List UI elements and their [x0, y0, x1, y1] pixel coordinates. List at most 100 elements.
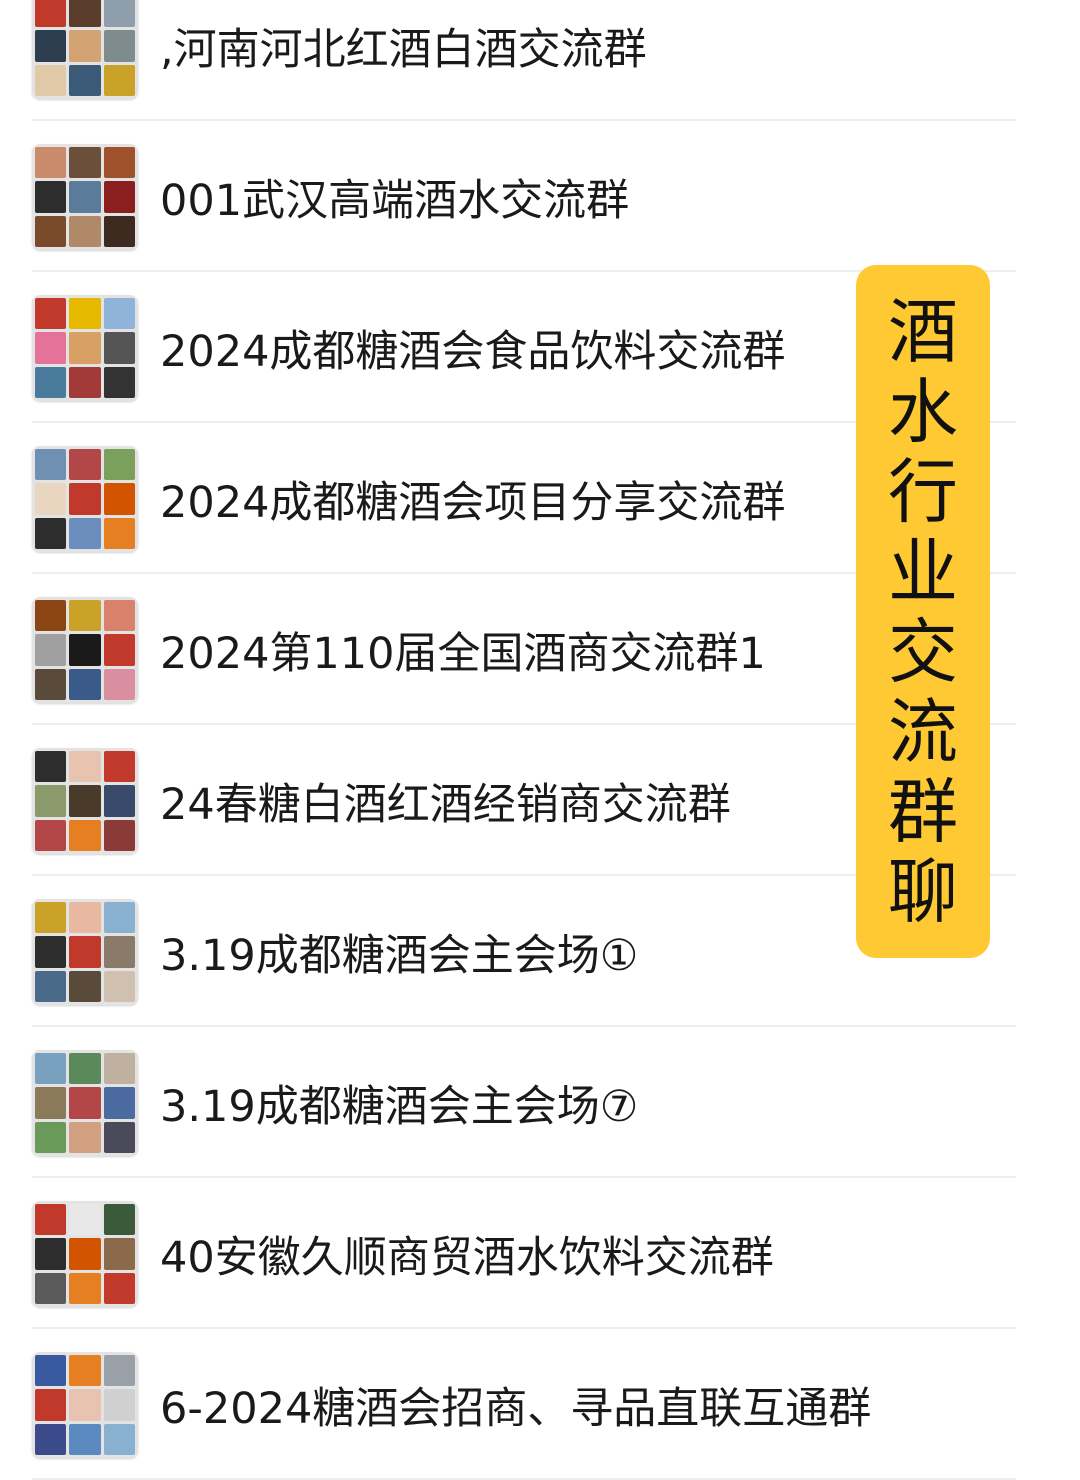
member-avatar-tile — [103, 483, 135, 515]
member-avatar-tile — [103, 600, 135, 632]
member-avatar-tile — [35, 1238, 67, 1270]
banner-character: 交 — [888, 610, 958, 693]
member-avatar-tile — [103, 517, 135, 549]
group-chat-row[interactable]: 001武汉高端酒水交流群 — [0, 121, 1080, 272]
member-avatar-tile — [69, 902, 101, 934]
member-avatar-tile — [69, 1238, 101, 1270]
group-name: 40安徽久顺商贸酒水饮料交流群 — [160, 1232, 774, 1283]
member-avatar-tile — [103, 298, 135, 330]
member-avatar-tile — [35, 1204, 67, 1236]
group-avatar — [32, 144, 138, 250]
group-name: 2024成都糖酒会项目分享交流群 — [160, 477, 786, 528]
member-avatar-tile — [35, 1355, 67, 1387]
banner-character: 群 — [888, 770, 958, 853]
member-avatar-tile — [103, 181, 135, 213]
member-avatar-tile — [35, 517, 67, 549]
group-avatar — [32, 1201, 138, 1307]
member-avatar-tile — [35, 668, 67, 700]
banner-character: 聊 — [888, 850, 958, 933]
member-avatar-tile — [35, 449, 67, 481]
member-avatar-tile — [35, 332, 67, 364]
group-name: 3.19成都糖酒会主会场① — [160, 930, 639, 981]
member-avatar-tile — [103, 147, 135, 179]
member-avatar-tile — [69, 819, 101, 851]
member-avatar-tile — [69, 600, 101, 632]
member-avatar-tile — [35, 634, 67, 666]
member-avatar-tile — [103, 449, 135, 481]
member-avatar-tile — [69, 298, 101, 330]
group-name: 2024第110届全国酒商交流群1 — [160, 628, 766, 679]
banner-character: 行 — [888, 450, 958, 533]
member-avatar-tile — [103, 30, 135, 62]
banner-character: 业 — [888, 530, 958, 613]
banner-character: 水 — [888, 370, 958, 453]
member-avatar-tile — [69, 970, 101, 1002]
member-avatar-tile — [69, 64, 101, 96]
group-chat-row[interactable]: 40安徽久顺商贸酒水饮料交流群 — [0, 1178, 1080, 1329]
member-avatar-tile — [69, 483, 101, 515]
member-avatar-tile — [69, 668, 101, 700]
member-avatar-tile — [35, 785, 67, 817]
member-avatar-tile — [35, 1272, 67, 1304]
member-avatar-tile — [69, 332, 101, 364]
member-avatar-tile — [103, 970, 135, 1002]
group-name: 6-2024糖酒会招商、寻品直联互通群 — [160, 1383, 872, 1434]
member-avatar-tile — [103, 215, 135, 247]
member-avatar-tile — [103, 634, 135, 666]
member-avatar-tile — [103, 1204, 135, 1236]
group-chat-row[interactable]: 6-2024糖酒会招商、寻品直联互通群 — [0, 1329, 1080, 1480]
group-name: 2024成都糖酒会食品饮料交流群 — [160, 326, 786, 377]
member-avatar-tile — [35, 64, 67, 96]
group-avatar — [32, 597, 138, 703]
member-avatar-tile — [35, 0, 67, 28]
group-chat-row[interactable]: 3.19成都糖酒会主会场⑦ — [0, 1027, 1080, 1178]
member-avatar-tile — [69, 785, 101, 817]
group-avatar — [32, 748, 138, 854]
member-avatar-tile — [103, 1355, 135, 1387]
member-avatar-tile — [35, 1389, 67, 1421]
member-avatar-tile — [35, 936, 67, 968]
member-avatar-tile — [69, 215, 101, 247]
member-avatar-tile — [103, 668, 135, 700]
member-avatar-tile — [35, 1121, 67, 1153]
member-avatar-tile — [103, 819, 135, 851]
banner-character: 流 — [888, 690, 958, 773]
member-avatar-tile — [103, 1389, 135, 1421]
group-chat-row[interactable]: ,河南河北红酒白酒交流群 — [0, 0, 1080, 121]
member-avatar-tile — [35, 751, 67, 783]
member-avatar-tile — [69, 0, 101, 28]
member-avatar-tile — [103, 1053, 135, 1085]
group-name: 24春糖白酒红酒经销商交流群 — [160, 779, 731, 830]
group-avatar — [32, 0, 138, 99]
group-avatar — [32, 899, 138, 1005]
member-avatar-tile — [69, 147, 101, 179]
group-avatar — [32, 1352, 138, 1458]
member-avatar-tile — [35, 970, 67, 1002]
member-avatar-tile — [35, 30, 67, 62]
member-avatar-tile — [35, 215, 67, 247]
member-avatar-tile — [35, 366, 67, 398]
member-avatar-tile — [69, 1272, 101, 1304]
member-avatar-tile — [69, 1204, 101, 1236]
group-avatar — [32, 446, 138, 552]
member-avatar-tile — [103, 1238, 135, 1270]
member-avatar-tile — [103, 1272, 135, 1304]
member-avatar-tile — [69, 936, 101, 968]
member-avatar-tile — [103, 332, 135, 364]
member-avatar-tile — [103, 366, 135, 398]
member-avatar-tile — [35, 298, 67, 330]
member-avatar-tile — [35, 483, 67, 515]
member-avatar-tile — [69, 634, 101, 666]
member-avatar-tile — [35, 902, 67, 934]
member-avatar-tile — [69, 1053, 101, 1085]
member-avatar-tile — [103, 785, 135, 817]
member-avatar-tile — [35, 819, 67, 851]
group-name: 3.19成都糖酒会主会场⑦ — [160, 1081, 639, 1132]
member-avatar-tile — [69, 1121, 101, 1153]
member-avatar-tile — [103, 1087, 135, 1119]
group-avatar — [32, 1050, 138, 1156]
member-avatar-tile — [103, 1423, 135, 1455]
member-avatar-tile — [35, 1087, 67, 1119]
member-avatar-tile — [69, 517, 101, 549]
member-avatar-tile — [35, 600, 67, 632]
